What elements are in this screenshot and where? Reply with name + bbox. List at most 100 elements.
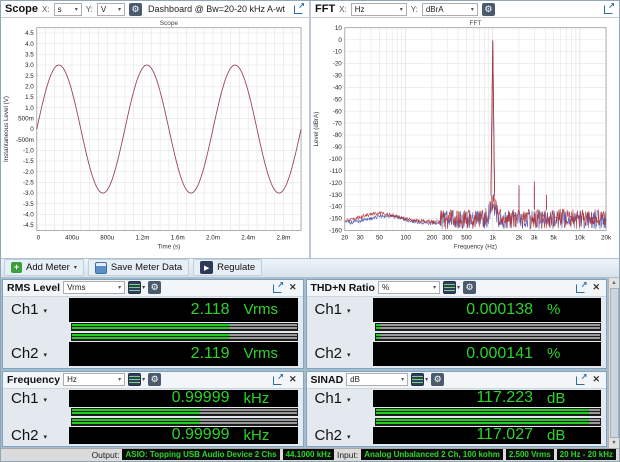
channel-readout: 117.027dB bbox=[373, 427, 602, 444]
svg-text:-1.0: -1.0 bbox=[23, 148, 34, 155]
svg-text:-50: -50 bbox=[333, 96, 343, 103]
status-bar: Output: ASIO: Topping USB Audio Device 2… bbox=[1, 448, 619, 461]
chevron-down-icon: ▾ bbox=[433, 284, 436, 291]
popout-icon[interactable]: ↗ bbox=[293, 3, 305, 15]
level-bar bbox=[71, 418, 298, 426]
channel-selector[interactable]: Ch2▾ bbox=[309, 427, 373, 444]
popout-icon[interactable]: ↗ bbox=[272, 374, 284, 386]
add-meter-button[interactable]: + Add Meter ▾ bbox=[4, 259, 84, 276]
channel-selector[interactable]: Ch2▾ bbox=[309, 342, 373, 366]
unit-select[interactable]: dB▾ bbox=[346, 373, 408, 386]
svg-text:400u: 400u bbox=[65, 234, 79, 241]
channel-selector[interactable]: Ch2▾ bbox=[5, 342, 69, 366]
close-icon[interactable]: ✕ bbox=[590, 374, 602, 385]
svg-text:10k: 10k bbox=[575, 234, 586, 241]
meter-body: Ch1▾ 0.000138% Ch2▾ 0.000141% bbox=[307, 297, 607, 368]
svg-text:4.5: 4.5 bbox=[25, 30, 34, 37]
fft-x-unit-select[interactable]: Hz▾ bbox=[351, 3, 407, 16]
svg-text:1.2m: 1.2m bbox=[136, 234, 150, 241]
analyzer-window: Scope X: s▾ Y: V▾ ⚙ Dashboard @ Bw=20-20… bbox=[0, 0, 620, 462]
input-device-badge: Analog Unbalanced 2 Ch, 100 kohm bbox=[361, 449, 503, 460]
channel-row: Ch2▾ 2.119Vrms bbox=[5, 342, 298, 366]
svg-text:-10: -10 bbox=[333, 49, 343, 56]
meter-display-mode-icon[interactable] bbox=[128, 281, 141, 294]
scope-x-unit-select[interactable]: s▾ bbox=[54, 3, 82, 16]
level-bar bbox=[71, 323, 298, 331]
svg-text:-120: -120 bbox=[329, 180, 342, 187]
close-icon[interactable]: ✕ bbox=[287, 282, 299, 293]
meter-display-mode-icon[interactable] bbox=[128, 373, 141, 386]
svg-text:2.5: 2.5 bbox=[25, 73, 34, 80]
channel-selector[interactable]: Ch2▾ bbox=[5, 427, 69, 444]
gear-icon[interactable]: ⚙ bbox=[148, 373, 161, 386]
svg-text:20k: 20k bbox=[601, 234, 612, 241]
chevron-down-icon: ▾ bbox=[44, 396, 48, 404]
meters-scrollbar[interactable]: ▲ ▼ bbox=[608, 278, 619, 448]
close-icon[interactable]: ✕ bbox=[590, 282, 602, 293]
gear-icon[interactable]: ⚙ bbox=[148, 281, 161, 294]
meter-title: RMS Level bbox=[7, 282, 60, 294]
unit-select[interactable]: Hz▾ bbox=[63, 373, 125, 386]
chevron-down-icon: ▾ bbox=[142, 376, 145, 383]
level-bar bbox=[71, 333, 298, 341]
svg-text:-40: -40 bbox=[333, 85, 343, 92]
chevron-down-icon: ▾ bbox=[118, 376, 121, 383]
meter-display-mode-icon[interactable] bbox=[411, 373, 424, 386]
chevron-down-icon: ▾ bbox=[347, 307, 351, 315]
channel-selector[interactable]: Ch1▾ bbox=[309, 390, 373, 407]
scrollbar-thumb[interactable] bbox=[610, 288, 619, 438]
meters-grid: RMS Level Vrms▾ ▾ ⚙ ↗ ✕ Ch1▾ 2.118Vrms bbox=[1, 278, 608, 448]
gear-icon[interactable]: ⚙ bbox=[482, 3, 495, 16]
save-meter-data-button[interactable]: Save Meter Data bbox=[88, 259, 189, 276]
unit-select[interactable]: Vrms▾ bbox=[63, 281, 125, 294]
unit-select[interactable]: %▾ bbox=[378, 281, 440, 294]
gear-icon[interactable]: ⚙ bbox=[463, 281, 476, 294]
svg-text:-90: -90 bbox=[333, 144, 343, 151]
svg-text:2.0m: 2.0m bbox=[206, 234, 220, 241]
scroll-up-icon[interactable]: ▲ bbox=[609, 278, 619, 288]
popout-icon[interactable]: ↗ bbox=[603, 3, 615, 15]
svg-text:-4.5: -4.5 bbox=[23, 222, 34, 229]
gear-icon[interactable]: ⚙ bbox=[431, 373, 444, 386]
svg-text:Scope: Scope bbox=[160, 20, 179, 27]
chevron-down-icon: ▾ bbox=[118, 6, 121, 13]
channel-row: Ch1▾ 117.223dB bbox=[309, 390, 602, 407]
gear-icon[interactable]: ⚙ bbox=[129, 3, 142, 16]
popout-icon[interactable]: ↗ bbox=[575, 374, 587, 386]
popout-icon[interactable]: ↗ bbox=[575, 282, 587, 294]
channel-selector[interactable]: Ch1▾ bbox=[309, 298, 373, 322]
svg-text:-110: -110 bbox=[330, 168, 343, 175]
meter-display-mode-icon[interactable] bbox=[443, 281, 456, 294]
meter-panel-sinad: SINAD dB▾ ▾ ⚙ ↗ ✕ Ch1▾ 117.223dB bbox=[306, 371, 608, 447]
chevron-down-icon: ▾ bbox=[471, 6, 474, 13]
channel-readout: 2.118Vrms bbox=[69, 298, 298, 322]
meter-header: SINAD dB▾ ▾ ⚙ ↗ ✕ bbox=[307, 372, 607, 389]
svg-text:-2.0: -2.0 bbox=[23, 169, 34, 176]
scope-header: Scope X: s▾ Y: V▾ ⚙ Dashboard @ Bw=20-20… bbox=[1, 1, 309, 18]
regulate-button[interactable]: ▶ Regulate bbox=[193, 259, 262, 276]
fft-y-unit-select[interactable]: dBrA▾ bbox=[422, 3, 478, 16]
channel-row: Ch1▾ 0.99999kHz bbox=[5, 390, 298, 407]
svg-text:2k: 2k bbox=[516, 234, 523, 241]
svg-text:Frequency (Hz): Frequency (Hz) bbox=[454, 243, 497, 250]
scope-plot[interactable]: 4.54.03.53.02.52.01.51.0500m0-500m-1.0-1… bbox=[1, 18, 309, 258]
play-icon: ▶ bbox=[200, 261, 213, 274]
svg-text:3k: 3k bbox=[531, 234, 538, 241]
channel-readout: 2.119Vrms bbox=[69, 342, 298, 366]
channel-readout: 117.223dB bbox=[373, 390, 602, 407]
close-icon[interactable]: ✕ bbox=[287, 374, 299, 385]
channel-selector[interactable]: Ch1▾ bbox=[5, 298, 69, 322]
level-bar bbox=[375, 323, 602, 331]
popout-icon[interactable]: ↗ bbox=[272, 282, 284, 294]
svg-text:2.0: 2.0 bbox=[25, 84, 34, 91]
svg-text:Time (s): Time (s) bbox=[158, 243, 181, 250]
channel-selector[interactable]: Ch1▾ bbox=[5, 390, 69, 407]
fft-plot[interactable]: 100-10-20-30-40-50-60-70-80-90-100-110-1… bbox=[311, 18, 619, 258]
scope-y-label: Y: bbox=[86, 5, 93, 14]
scroll-down-icon[interactable]: ▼ bbox=[609, 438, 619, 448]
scope-y-unit-select[interactable]: V▾ bbox=[97, 3, 125, 16]
meter-body: Ch1▾ 2.118Vrms Ch2▾ 2.119Vrms bbox=[3, 297, 303, 368]
level-bar bbox=[375, 418, 602, 426]
chevron-down-icon: ▾ bbox=[401, 376, 404, 383]
svg-text:4.0: 4.0 bbox=[25, 41, 34, 48]
